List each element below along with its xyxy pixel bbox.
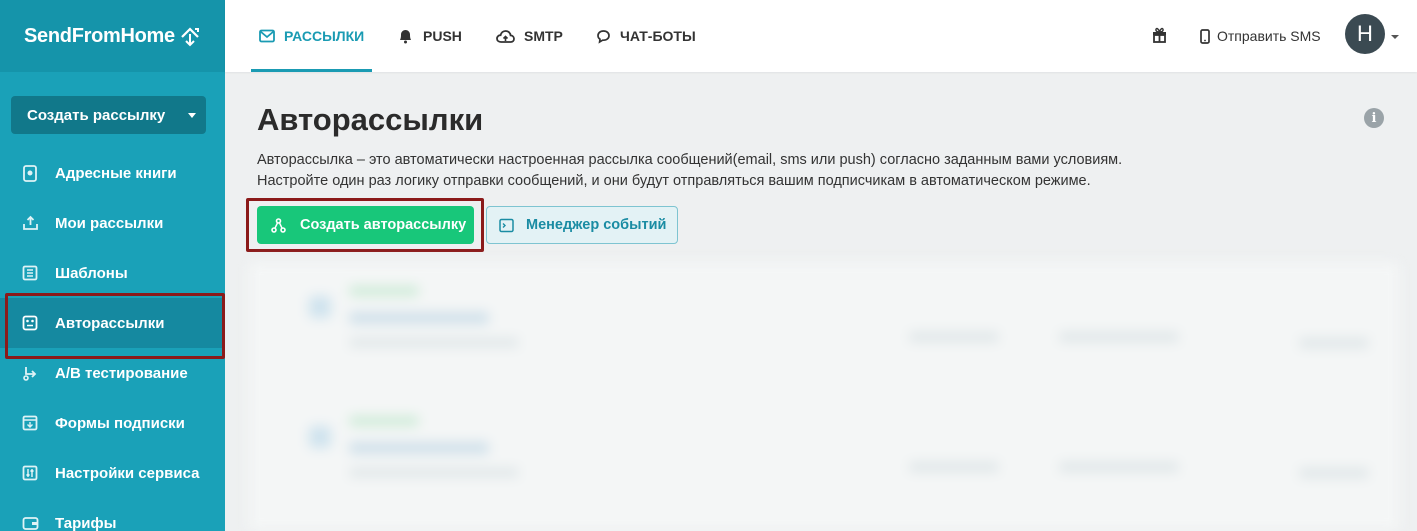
info-icon[interactable]: i xyxy=(1364,108,1384,128)
cloud-upload-icon xyxy=(496,29,515,44)
sidebar-item-templates[interactable]: Шаблоны xyxy=(0,248,225,298)
chevron-down-icon[interactable] xyxy=(1391,35,1399,39)
sidebar-item-subscribe-forms[interactable]: Формы подписки xyxy=(0,398,225,448)
sidebar-item-address-books[interactable]: Адресные книги xyxy=(0,148,225,198)
create-campaign-label: Создать рассылку xyxy=(27,106,166,124)
main-content: Авторассылки i Авторассылка – это автома… xyxy=(225,72,1417,531)
brand-name: SendFromHome xyxy=(24,24,175,47)
ab-test-icon xyxy=(21,364,39,382)
create-autocampaign-label: Создать авторассылку xyxy=(300,217,467,233)
sidebar-nav: Адресные книги Мои рассылки Шаблоны Авто… xyxy=(0,148,225,531)
description-line-1: Авторассылка – это автоматически настрое… xyxy=(257,152,1123,168)
flow-nodes-icon xyxy=(271,217,286,233)
sidebar-item-autocampaigns[interactable]: Авторассылки xyxy=(0,293,225,359)
bell-icon xyxy=(397,28,414,44)
sidebar-item-label: Адресные книги xyxy=(55,164,177,182)
tab-label: SMTP xyxy=(524,28,563,44)
sidebar-item-label: А/В тестирование xyxy=(55,364,188,382)
mail-icon xyxy=(259,29,275,43)
phone-icon xyxy=(1200,28,1210,44)
automation-icon xyxy=(21,314,39,332)
terminal-icon xyxy=(499,218,514,233)
template-icon xyxy=(21,264,39,282)
page-description: Авторассылка – это автоматически настрое… xyxy=(257,150,1217,192)
settings-sliders-icon xyxy=(21,464,39,482)
wallet-icon xyxy=(21,514,39,531)
tab-push[interactable]: PUSH xyxy=(397,0,462,72)
sidebar-item-ab-testing[interactable]: А/В тестирование xyxy=(0,348,225,398)
tab-smtp[interactable]: SMTP xyxy=(496,0,563,72)
create-campaign-button[interactable]: Создать рассылку xyxy=(11,96,206,134)
list-item xyxy=(289,412,1389,512)
tab-campaigns[interactable]: РАССЫЛКИ xyxy=(259,0,364,72)
event-manager-button[interactable]: Менеджер событий xyxy=(486,206,678,244)
list-item xyxy=(289,282,1389,382)
tab-chatbots[interactable]: ЧАТ-БОТЫ xyxy=(596,0,696,72)
top-navbar: РАССЫЛКИ PUSH SMTP ЧАТ-БОТЫ Отправить SM… xyxy=(225,0,1417,72)
send-sms-label: Отправить SMS xyxy=(1217,28,1321,44)
sidebar-item-label: Тарифы xyxy=(55,514,117,531)
address-book-icon xyxy=(21,164,39,182)
sidebar-item-tariffs[interactable]: Тарифы xyxy=(0,498,225,531)
avatar[interactable]: Н xyxy=(1345,14,1385,54)
gift-button[interactable] xyxy=(1151,0,1168,72)
sidebar: SendFromHome Создать рассылку Адресные к… xyxy=(0,0,225,531)
sidebar-item-label: Авторассылки xyxy=(55,314,165,332)
sidebar-item-label: Мои рассылки xyxy=(55,214,164,232)
sidebar-item-my-campaigns[interactable]: Мои рассылки xyxy=(0,198,225,248)
logo-mark-icon xyxy=(179,25,201,47)
event-manager-label: Менеджер событий xyxy=(526,217,667,233)
tab-label: РАССЫЛКИ xyxy=(284,28,365,44)
page-title: Авторассылки xyxy=(257,102,484,137)
tab-label: PUSH xyxy=(423,28,462,44)
sidebar-item-label: Настройки сервиса xyxy=(55,464,200,482)
brand-logo[interactable]: SendFromHome xyxy=(0,0,225,72)
tab-label: ЧАТ-БОТЫ xyxy=(620,28,696,44)
avatar-letter: Н xyxy=(1357,21,1373,46)
gift-icon xyxy=(1151,26,1168,46)
sidebar-item-label: Формы подписки xyxy=(55,414,185,432)
description-line-2: Настройте один раз логику отправки сообщ… xyxy=(257,173,1091,189)
chevron-down-icon[interactable] xyxy=(188,113,196,118)
chat-icon xyxy=(596,29,611,44)
sidebar-item-service-settings[interactable]: Настройки сервиса xyxy=(0,448,225,498)
create-autocampaign-button[interactable]: Создать авторассылку xyxy=(257,206,474,244)
send-sms-button[interactable]: Отправить SMS xyxy=(1200,0,1321,72)
form-icon xyxy=(21,414,39,432)
autocampaign-list-blurred xyxy=(249,262,1399,531)
sidebar-item-label: Шаблоны xyxy=(55,264,128,282)
send-tray-icon xyxy=(21,214,39,232)
